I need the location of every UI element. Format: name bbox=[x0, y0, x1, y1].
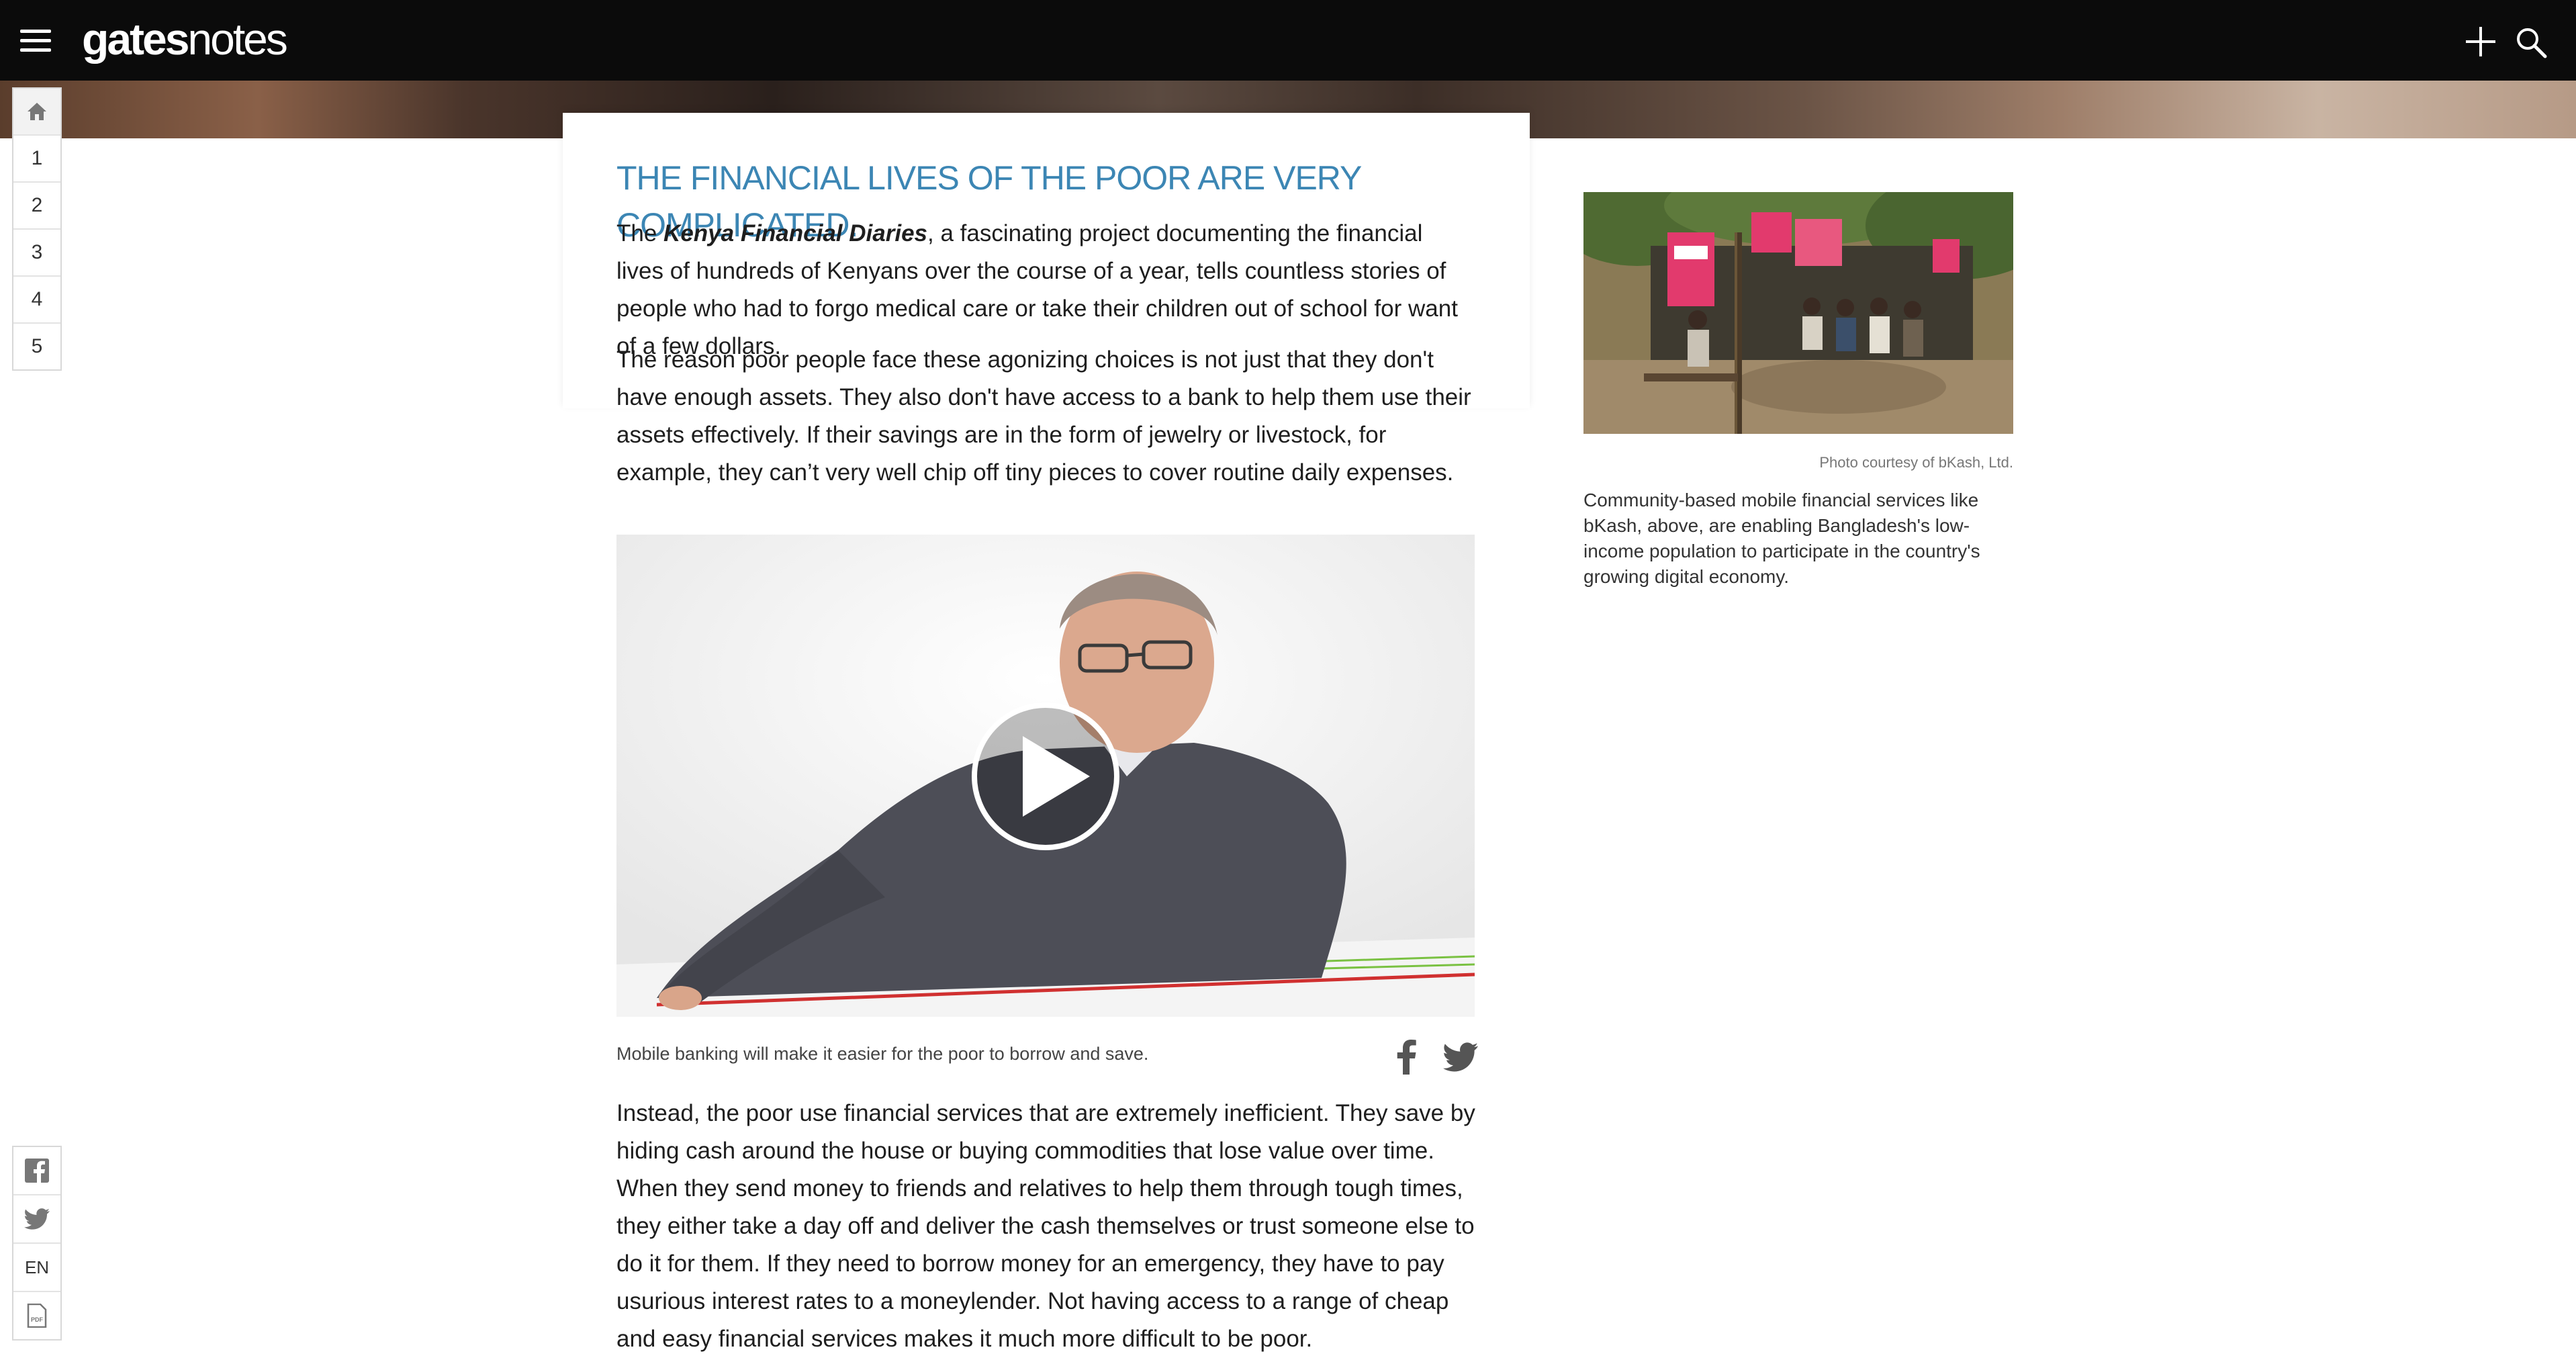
chapter-nav: 1 2 3 4 5 bbox=[12, 87, 62, 371]
search-icon[interactable] bbox=[2514, 26, 2548, 59]
photo-credit: Photo courtesy of bKash, Ltd. bbox=[1819, 454, 2013, 471]
menu-icon[interactable] bbox=[20, 30, 51, 52]
pdf-download-button[interactable]: PDF bbox=[13, 1292, 60, 1339]
twitter-share-button[interactable] bbox=[13, 1195, 60, 1244]
twitter-icon bbox=[24, 1208, 50, 1230]
language-selector[interactable]: EN bbox=[13, 1244, 60, 1292]
facebook-icon[interactable] bbox=[1397, 1040, 1417, 1075]
home-button[interactable] bbox=[13, 89, 60, 136]
article-paragraph-3: Instead, the poor use financial services… bbox=[616, 1100, 1475, 1352]
pdf-icon-label: PDF bbox=[31, 1316, 44, 1323]
facebook-icon bbox=[25, 1159, 49, 1183]
chapter-3-link[interactable]: 3 bbox=[13, 230, 60, 277]
kenya-financial-diaries-title: Kenya Financial Diaries bbox=[663, 220, 927, 246]
chapter-1-link[interactable]: 1 bbox=[13, 136, 60, 183]
chapter-2-link[interactable]: 2 bbox=[13, 183, 60, 230]
paragraph-text: The bbox=[616, 220, 664, 246]
chapter-4-link[interactable]: 4 bbox=[13, 277, 60, 324]
plus-icon[interactable] bbox=[2465, 26, 2497, 58]
share-rail: EN PDF bbox=[12, 1146, 62, 1341]
twitter-icon[interactable] bbox=[1442, 1042, 1479, 1072]
article-paragraph-2: The reason poor people face these agoniz… bbox=[616, 347, 1471, 486]
video-caption: Mobile banking will make it easier for t… bbox=[616, 1044, 1149, 1064]
pdf-icon: PDF bbox=[27, 1303, 47, 1328]
video-thumbnail bbox=[616, 535, 1475, 1017]
photo-caption: Community-based mobile financial service… bbox=[1583, 490, 1980, 587]
gatesnotes-logo[interactable]: gatesnotes bbox=[82, 12, 288, 66]
top-navigation-bar: gatesnotes bbox=[0, 0, 2576, 81]
chapter-5-link[interactable]: 5 bbox=[13, 324, 60, 369]
video-player[interactable] bbox=[616, 535, 1475, 1017]
bkash-market-photo bbox=[1583, 192, 2013, 434]
sidebar-photo[interactable] bbox=[1583, 192, 2013, 434]
facebook-share-button[interactable] bbox=[13, 1147, 60, 1195]
home-icon bbox=[28, 103, 46, 120]
